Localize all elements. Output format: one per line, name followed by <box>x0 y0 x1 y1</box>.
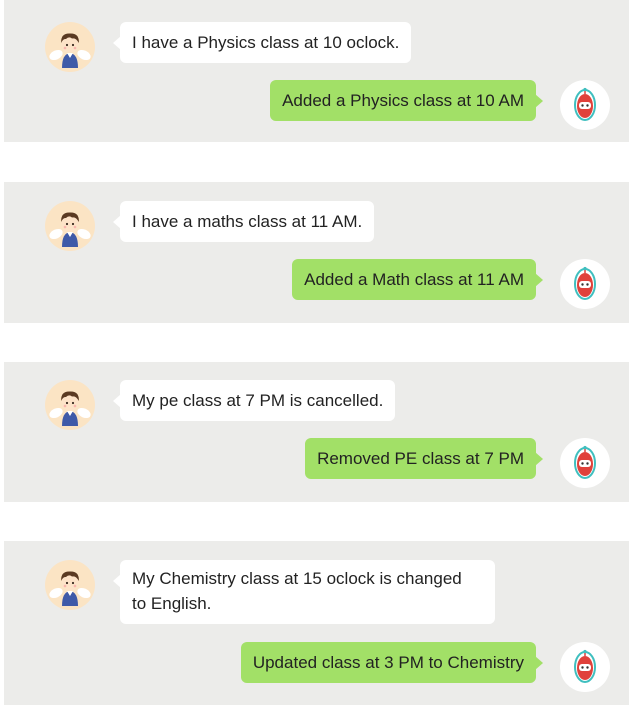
user-message-text: My pe class at 7 PM is cancelled. <box>132 391 384 410</box>
user-message-line-1: My Chemistry class at 15 oclock is chang… <box>132 569 462 588</box>
bot-avatar-icon <box>560 80 610 130</box>
conversation-4: My Chemistry class at 15 oclock is chang… <box>4 541 629 705</box>
bot-reply: Added a Physics class at 10 AM <box>270 80 543 121</box>
user-message: I have a maths class at 11 AM. <box>112 201 375 242</box>
conversation-2: I have a maths class at 11 AM. Added a M… <box>4 182 629 323</box>
conversation-3: My pe class at 7 PM is cancelled. Remove… <box>4 362 629 502</box>
bot-avatar-icon <box>560 642 610 692</box>
user-message-text: I have a Physics class at 10 oclock. <box>132 33 400 52</box>
bot-reply: Added a Math class at 11 AM <box>292 259 543 300</box>
bot-reply-text: Added a Physics class at 10 AM <box>282 91 524 110</box>
user-message: I have a Physics class at 10 oclock. <box>112 22 412 63</box>
bot-reply-text: Updated class at 3 PM to Chemistry <box>252 653 524 672</box>
user-avatar-icon <box>45 22 95 72</box>
user-message-line-2: to English. <box>132 594 212 613</box>
bot-reply: Updated class at 3 PM to Chemistry <box>240 642 544 683</box>
conversation-1: I have a Physics class at 10 oclock. Add… <box>4 0 629 142</box>
bot-avatar-icon <box>560 438 610 488</box>
user-avatar-icon <box>45 380 95 430</box>
bot-reply: Removed PE class at 7 PM <box>305 438 543 479</box>
bot-avatar-icon <box>560 259 610 309</box>
user-message-text: I have a maths class at 11 AM. <box>132 212 363 231</box>
bot-reply-text: Added a Math class at 11 AM <box>304 270 524 289</box>
bot-reply-text: Removed PE class at 7 PM <box>317 449 524 468</box>
user-avatar-icon <box>45 560 95 610</box>
user-message: My pe class at 7 PM is cancelled. <box>112 380 396 421</box>
user-message: My Chemistry class at 15 oclock is chang… <box>113 560 495 624</box>
user-avatar-icon <box>45 201 95 251</box>
